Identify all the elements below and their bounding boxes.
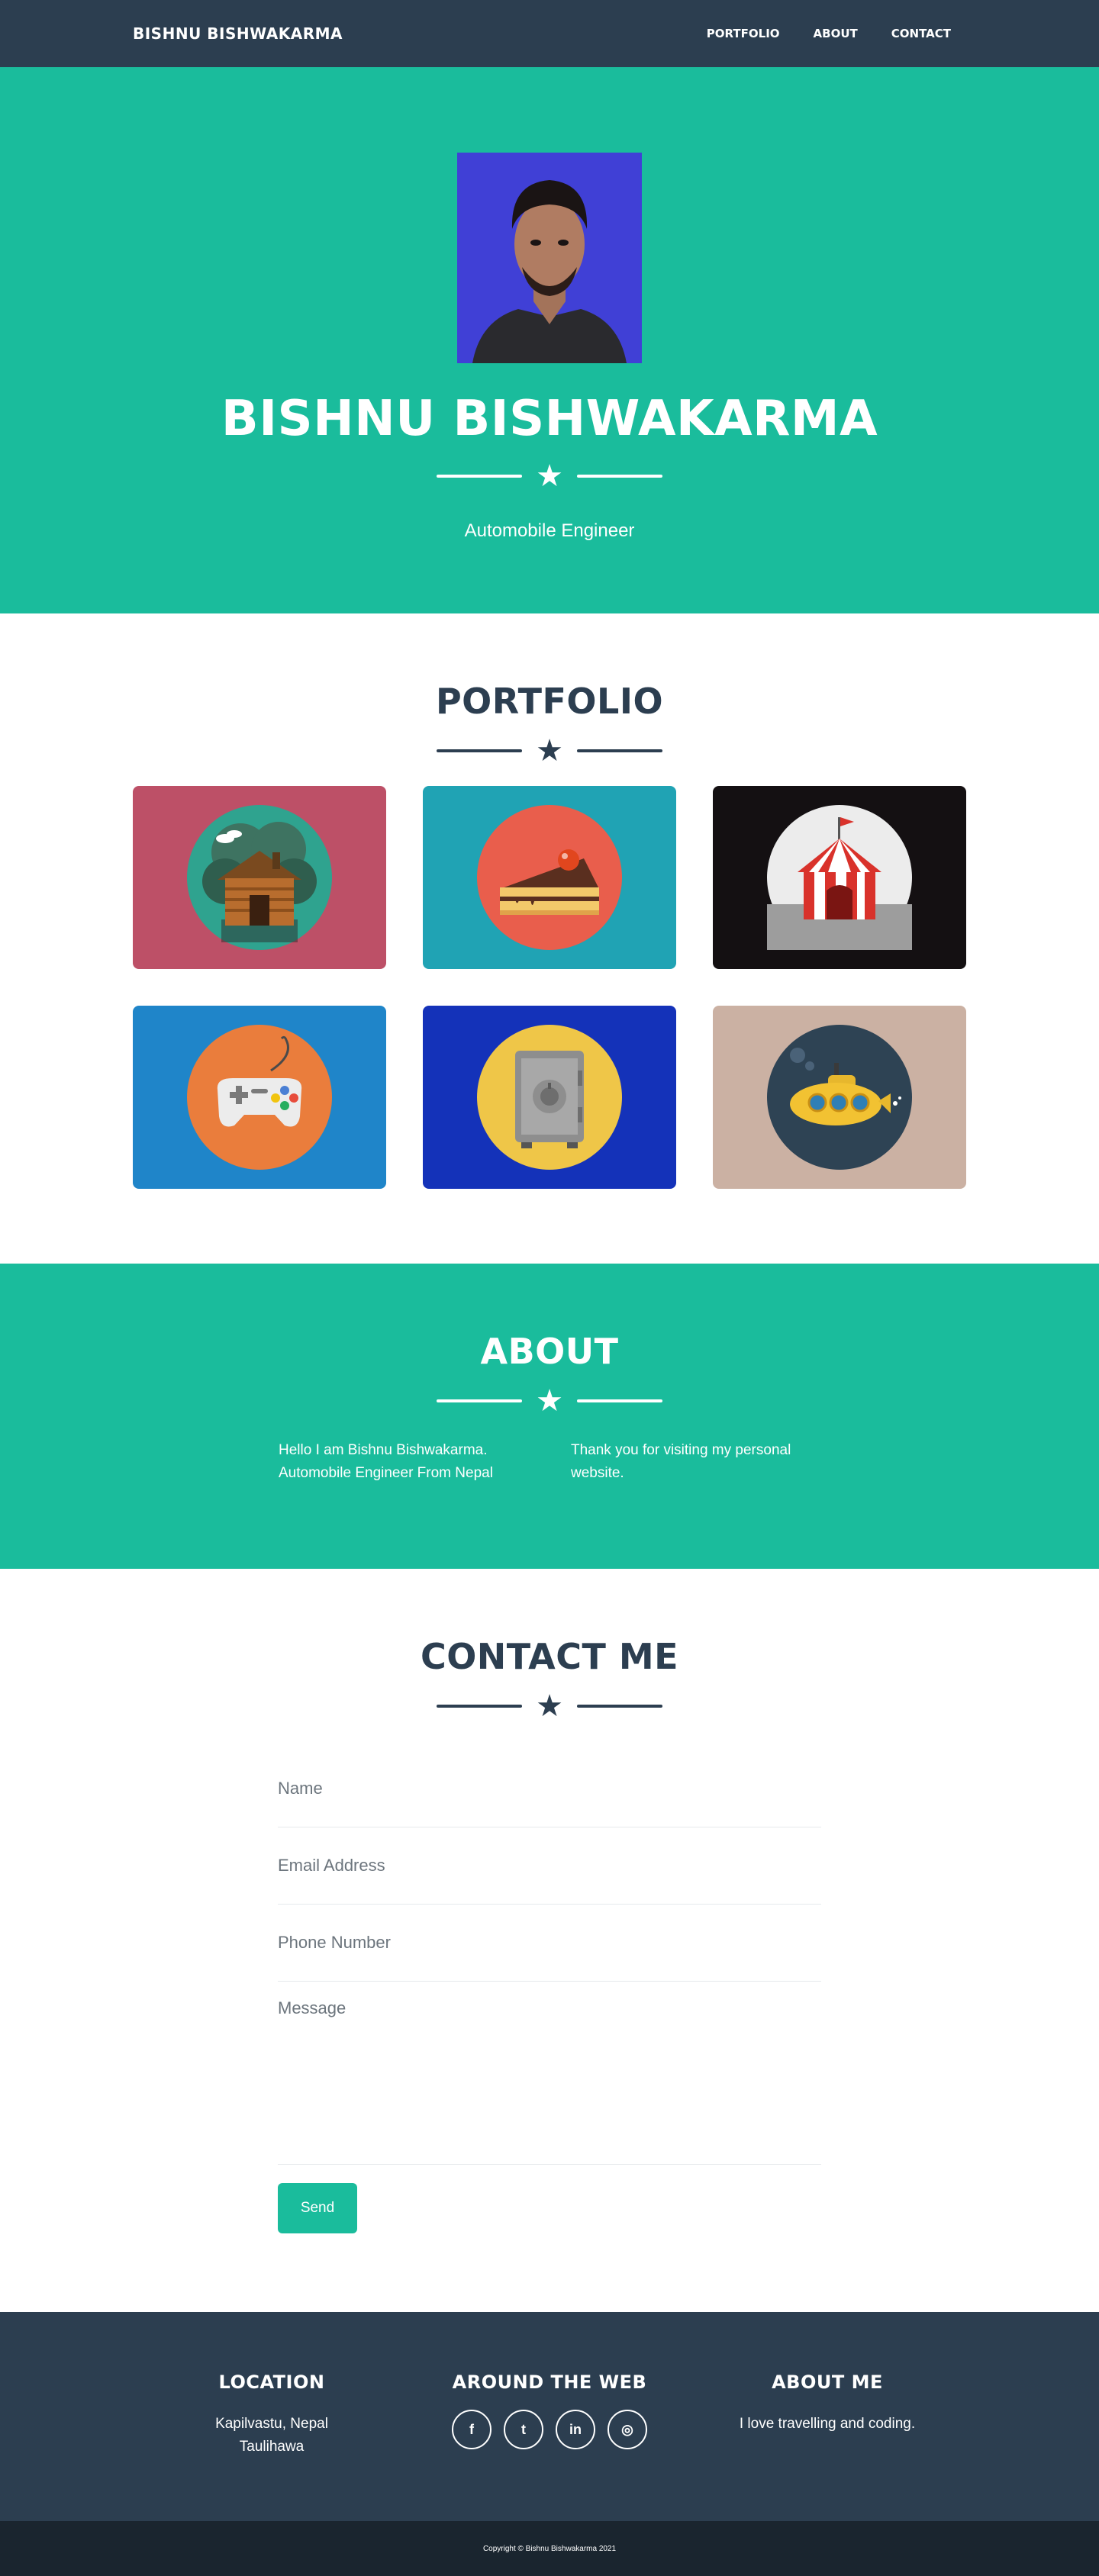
phone-input[interactable] — [278, 1933, 821, 1953]
masthead-divider: ★ — [437, 461, 662, 491]
cabin-icon — [187, 805, 332, 950]
copyright-bar: Copyright © Bishnu Bishwakarma 2021 — [0, 2521, 1099, 2576]
game-controller-icon — [187, 1025, 332, 1170]
message-field-wrapper — [278, 1982, 821, 2165]
location-text: Kapilvastu, Nepal Taulihawa — [215, 2413, 328, 2458]
about-me-text: I love travelling and coding. — [739, 2416, 916, 2432]
email-input[interactable] — [278, 1856, 821, 1876]
linkedin-icon[interactable]: in — [556, 2410, 595, 2449]
message-textarea[interactable] — [278, 1998, 821, 2151]
masthead-title: BISHNU BISHWAKARMA — [221, 391, 878, 447]
footer-social: AROUND THE WEB f t in ◎ — [411, 2372, 688, 2521]
contact-form: Send — [278, 1750, 821, 2233]
about-section: ABOUT ★ Hello I am Bishnu Bishwakarma. A… — [0, 1264, 1099, 1569]
contact-section: CONTACT ME ★ Send — [0, 1569, 1099, 2312]
divider-line-right — [576, 1705, 662, 1708]
portfolio-divider: ★ — [437, 736, 662, 766]
send-button[interactable]: Send — [278, 2183, 357, 2233]
dribbble-icon[interactable]: ◎ — [608, 2410, 647, 2449]
divider-line-right — [576, 749, 662, 752]
divider-line-right — [576, 1399, 662, 1402]
phone-field-wrapper — [278, 1905, 821, 1982]
around-the-web-heading: AROUND THE WEB — [452, 2372, 647, 2393]
portfolio-item-submarine[interactable] — [713, 1006, 966, 1189]
location-line-1: Kapilvastu, Nepal — [215, 2416, 328, 2432]
location-line-2: Taulihawa — [239, 2439, 305, 2455]
about-text-right: Thank you for visiting my personal websi… — [571, 1442, 791, 1481]
portfolio-item-game-controller[interactable] — [133, 1006, 386, 1189]
star-icon: ★ — [536, 734, 563, 768]
cake-icon — [477, 805, 622, 950]
about-divider: ★ — [437, 1386, 662, 1416]
masthead: BISHNU BISHWAKARMA ★ Automobile Engineer — [0, 67, 1099, 613]
portfolio-section: PORTFOLIO ★ — [0, 613, 1099, 1264]
nav-link-about[interactable]: ABOUT — [798, 19, 873, 48]
name-input[interactable] — [278, 1779, 821, 1798]
portfolio-item-cake[interactable] — [423, 786, 676, 969]
portfolio-item-circus-tent[interactable] — [713, 786, 966, 969]
masthead-subtitle: Automobile Engineer — [464, 520, 635, 541]
star-icon: ★ — [536, 1384, 563, 1418]
about-columns: Hello I am Bishnu Bishwakarma. Automobil… — [279, 1439, 820, 1485]
facebook-icon[interactable]: f — [452, 2410, 491, 2449]
location-heading: LOCATION — [218, 2372, 325, 2393]
footer-location: LOCATION Kapilvastu, Nepal Taulihawa — [133, 2372, 411, 2521]
divider-line-left — [437, 1705, 523, 1708]
about-text-left: Hello I am Bishnu Bishwakarma. Automobil… — [279, 1442, 493, 1481]
avatar — [457, 153, 642, 363]
safe-icon — [477, 1025, 622, 1170]
star-icon: ★ — [536, 459, 563, 493]
nav-link-contact[interactable]: CONTACT — [876, 19, 966, 48]
social-links: f t in ◎ — [452, 2410, 647, 2449]
brand-link[interactable]: BISHNU BISHWAKARMA — [133, 24, 343, 43]
footer: LOCATION Kapilvastu, Nepal Taulihawa ARO… — [0, 2312, 1099, 2521]
twitter-icon[interactable]: t — [504, 2410, 543, 2449]
copyright-text: Copyright © Bishnu Bishwakarma 2021 — [482, 2544, 617, 2553]
portfolio-grid — [133, 786, 966, 1189]
submarine-icon — [767, 1025, 912, 1170]
portfolio-item-safe[interactable] — [423, 1006, 676, 1189]
portrait-image — [457, 153, 642, 363]
nav-link-portfolio[interactable]: PORTFOLIO — [691, 19, 795, 48]
email-field-wrapper — [278, 1827, 821, 1905]
footer-about: ABOUT ME I love travelling and coding. — [688, 2372, 966, 2521]
about-me-heading: ABOUT ME — [772, 2372, 883, 2393]
circus-tent-icon — [767, 805, 912, 950]
about-heading: ABOUT — [480, 1331, 619, 1372]
nav-links: PORTFOLIO ABOUT CONTACT — [691, 19, 966, 48]
divider-line-left — [437, 749, 523, 752]
contact-heading: CONTACT ME — [420, 1636, 679, 1677]
divider-line-left — [437, 475, 523, 478]
name-field-wrapper — [278, 1750, 821, 1827]
portfolio-item-cabin[interactable] — [133, 786, 386, 969]
divider-line-right — [576, 475, 662, 478]
portfolio-heading: PORTFOLIO — [435, 681, 664, 722]
navbar: BISHNU BISHWAKARMA PORTFOLIO ABOUT CONTA… — [0, 0, 1099, 67]
divider-line-left — [437, 1399, 523, 1402]
contact-divider: ★ — [437, 1691, 662, 1721]
star-icon: ★ — [536, 1689, 563, 1723]
